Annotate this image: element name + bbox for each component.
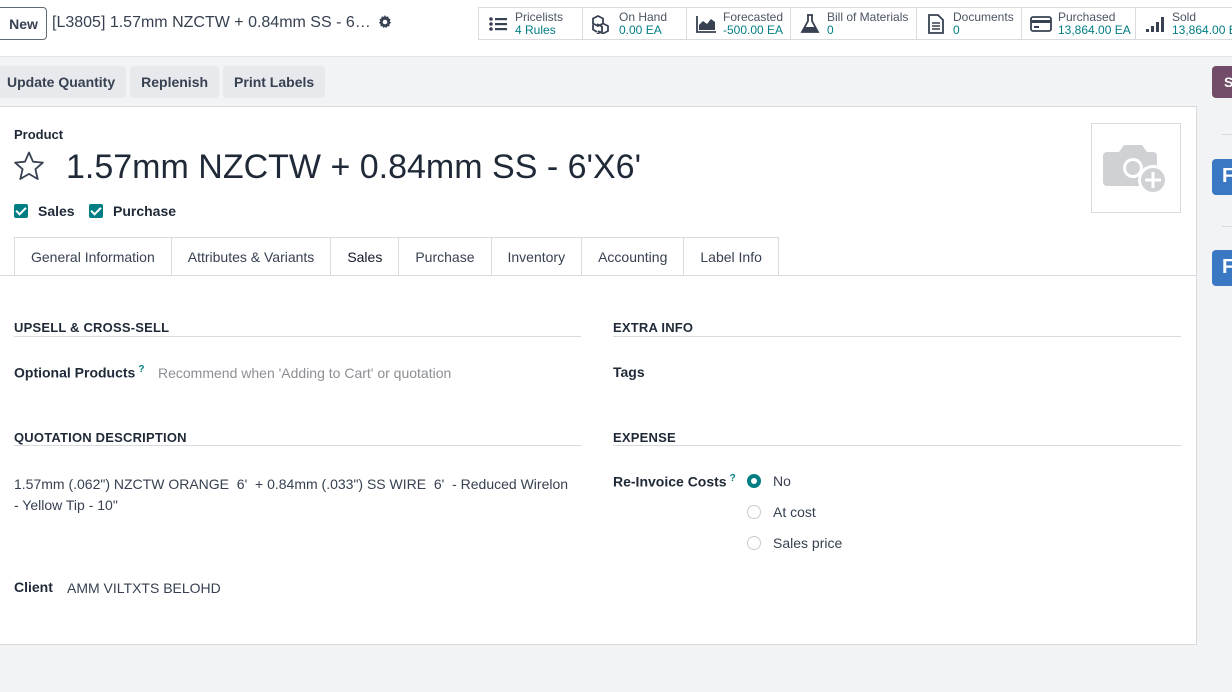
help-icon[interactable]: ? xyxy=(138,364,144,375)
checkbox-checked[interactable] xyxy=(89,204,103,218)
bom-value: 0 xyxy=(827,22,834,37)
tab-accounting[interactable]: Accounting xyxy=(581,237,684,276)
help-icon[interactable]: ? xyxy=(730,473,736,484)
reinvoice-costs-label-text: Re-Invoice Costs xyxy=(613,473,727,490)
optional-products-label: Optional Products? xyxy=(14,364,144,381)
smart-buttons: Pricelists 4 Rules On Hand 0.00 EA Forecas… xyxy=(478,7,1232,40)
action-buttons: Update Quantity Replenish Print Labels xyxy=(0,66,326,98)
print-labels-button[interactable]: Print Labels xyxy=(223,66,326,98)
tags-label: Tags xyxy=(613,364,645,380)
tab-general-information[interactable]: General Information xyxy=(14,237,171,276)
extra-info-title: EXTRA INFO xyxy=(613,320,694,335)
upsell-section-title: UPSELL & CROSS-SELL xyxy=(14,320,170,335)
radio-label-sales-price: Sales price xyxy=(773,535,843,551)
tab-label-info[interactable]: Label Info xyxy=(683,237,779,276)
documents-label: Documents xyxy=(953,9,1014,24)
radio-label-no: No xyxy=(773,473,791,489)
optional-products-label-text: Optional Products xyxy=(14,364,136,381)
forecasted-smart-button[interactable]: Forecasted -500.00 EA xyxy=(687,8,791,39)
can-be-sold-label: Sales xyxy=(38,203,75,219)
follow-button[interactable]: F xyxy=(1212,159,1232,195)
sold-label: Sold xyxy=(1172,9,1197,24)
document-icon xyxy=(928,13,944,34)
camera-plus-icon xyxy=(1103,145,1168,195)
section-divider xyxy=(14,336,581,337)
reinvoice-option-at-cost[interactable]: At cost xyxy=(747,504,816,520)
forecasted-value: -500.00 EA xyxy=(723,22,784,37)
replenish-button[interactable]: Replenish xyxy=(130,66,220,98)
optional-products-input[interactable]: Recommend when 'Adding to Cart' or quota… xyxy=(158,365,451,381)
can-be-purchased-label: Purchase xyxy=(113,203,177,219)
radio-unselected[interactable] xyxy=(747,505,761,519)
client-label: Client xyxy=(14,579,53,595)
tab-attributes-variants[interactable]: Attributes & Variants xyxy=(170,237,331,276)
radio-selected[interactable] xyxy=(747,474,761,488)
purchased-smart-button[interactable]: Purchased 13,864.00 EA xyxy=(1022,8,1136,39)
expense-title: EXPENSE xyxy=(613,430,676,445)
quotation-line-1: 1.57mm (.062") NZCTW ORANGE 6' + 0.84mm … xyxy=(14,476,569,492)
reinvoice-option-sales-price[interactable]: Sales price xyxy=(747,535,842,551)
on-hand-smart-button[interactable]: On Hand 0.00 EA xyxy=(583,8,687,39)
signal-icon xyxy=(1146,16,1164,32)
purchased-label: Purchased xyxy=(1058,9,1116,24)
gear-icon[interactable] xyxy=(378,15,392,29)
tab-purchase[interactable]: Purchase xyxy=(398,237,491,276)
documents-smart-button[interactable]: Documents 0 xyxy=(917,8,1022,39)
can-be-purchased-checkbox[interactable]: Purchase xyxy=(89,203,176,219)
quotation-description-text[interactable]: 1.57mm (.062") NZCTW ORANGE 6' + 0.84mm … xyxy=(14,474,574,516)
tab-inventory[interactable]: Inventory xyxy=(490,237,582,276)
section-divider xyxy=(613,445,1181,446)
separator xyxy=(1222,134,1232,135)
forecasted-label: Forecasted xyxy=(723,9,784,24)
breadcrumb-record-title: [L3805] 1.57mm NZCTW + 0.84mm SS - 6… xyxy=(52,14,371,31)
tab-divider xyxy=(0,275,1196,276)
on-hand-label: On Hand xyxy=(619,9,668,24)
update-quantity-button[interactable]: Update Quantity xyxy=(0,66,127,98)
follower-button[interactable]: F xyxy=(1212,250,1232,286)
reinvoice-option-no[interactable]: No xyxy=(747,473,791,489)
client-value[interactable]: AMM VILTXTS BELOHD xyxy=(67,580,221,596)
sold-smart-button[interactable]: Sold13,864.00 EA xyxy=(1136,8,1232,39)
purchased-value: 13,864.00 EA xyxy=(1058,22,1131,37)
pricelists-smart-button[interactable]: Pricelists 4 Rules xyxy=(479,8,583,39)
quotation-description-title: QUOTATION DESCRIPTION xyxy=(14,430,187,445)
control-panel: New [L3805] 1.57mm NZCTW + 0.84mm SS - 6… xyxy=(0,0,1232,57)
product-name[interactable]: 1.57mm NZCTW + 0.84mm SS - 6'X6' xyxy=(66,148,641,187)
separator xyxy=(1222,226,1232,227)
send-message-button[interactable]: S xyxy=(1212,66,1232,98)
documents-value: 0 xyxy=(953,22,960,37)
bom-label: Bill of Materials xyxy=(827,9,909,24)
checkbox-checked[interactable] xyxy=(14,204,28,218)
notebook-tabs: General Information Attributes & Variant… xyxy=(14,237,779,276)
reinvoice-costs-label: Re-Invoice Costs? xyxy=(613,473,736,490)
new-button[interactable]: New xyxy=(0,7,47,40)
section-divider xyxy=(613,336,1181,337)
form-sheet: Product 1.57mm NZCTW + 0.84mm SS - 6'X6'… xyxy=(0,106,1197,645)
product-label: Product xyxy=(14,127,64,142)
list-icon xyxy=(489,16,507,31)
tab-sales[interactable]: Sales xyxy=(330,237,399,276)
pricelists-label: Pricelists xyxy=(515,9,564,24)
radio-label-at-cost: At cost xyxy=(773,504,816,520)
cubes-icon xyxy=(592,14,609,34)
star-icon[interactable] xyxy=(13,150,45,182)
sold-value: 13,864.00 EA xyxy=(1172,22,1232,37)
radio-unselected[interactable] xyxy=(747,536,761,550)
section-divider xyxy=(14,445,581,446)
area-chart-icon xyxy=(696,15,716,33)
quotation-line-2: - Yellow Tip - 10" xyxy=(14,497,118,513)
can-be-sold-checkbox[interactable]: Sales xyxy=(14,203,75,219)
on-hand-value: 0.00 EA xyxy=(619,22,662,37)
flask-icon xyxy=(800,13,820,33)
product-image-upload[interactable] xyxy=(1091,123,1181,213)
bill-of-materials-smart-button[interactable]: Bill of Materials 0 xyxy=(791,8,917,39)
pricelists-value: 4 Rules xyxy=(515,22,556,37)
credit-card-icon xyxy=(1030,15,1052,32)
